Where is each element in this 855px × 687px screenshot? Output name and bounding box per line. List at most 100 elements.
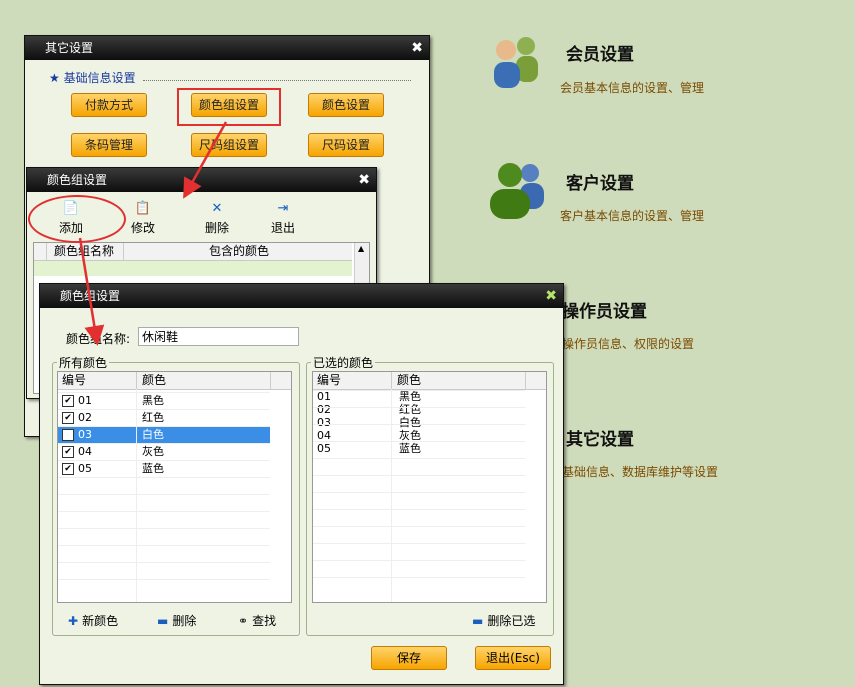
cell-number: 03: [317, 416, 331, 429]
row-line: [313, 458, 525, 459]
new-color-button[interactable]: ✚ 新颜色: [68, 612, 118, 629]
row-line: [313, 475, 525, 476]
row-line: [313, 526, 525, 527]
color-group-edit-title: 颜色组设置: [60, 289, 121, 303]
col-color[interactable]: 颜色: [142, 372, 166, 389]
chosen-colors-header: 编号 颜色: [313, 372, 546, 390]
size-group-button[interactable]: 尺码组设置: [191, 133, 267, 157]
menu-customer-desc[interactable]: 客户基本信息的设置、管理: [560, 207, 704, 224]
minus-icon: ▬: [472, 614, 484, 628]
row-line: [58, 545, 270, 546]
table-row[interactable]: 03 白色: [313, 416, 525, 429]
delete-label: 删除: [204, 221, 229, 235]
col-number[interactable]: 编号: [317, 372, 341, 389]
section-divider: [143, 80, 411, 81]
remove-selected-button[interactable]: ▬ 删除已选: [472, 612, 535, 629]
edit-icon: 📋: [134, 201, 152, 216]
row-line: [313, 492, 525, 493]
table-row[interactable]: [34, 261, 352, 276]
checkbox[interactable]: ✔: [62, 463, 74, 475]
checkbox[interactable]: ✔: [62, 412, 74, 424]
exit-label: 退出: [270, 221, 295, 235]
all-colors-legend: 所有颜色: [59, 356, 108, 370]
cell-number: 01: [78, 394, 92, 407]
row-line: [58, 392, 270, 393]
chosen-colors-legend: 已选的颜色: [313, 356, 374, 370]
column-line: [391, 389, 392, 602]
color-group-list-titlebar[interactable]: 颜色组设置 ✖: [27, 168, 376, 192]
row-line: [313, 543, 525, 544]
members-icon: [488, 32, 548, 92]
close-icon[interactable]: ✖: [358, 168, 370, 192]
row-line: [313, 390, 525, 391]
menu-operator-desc[interactable]: 操作员信息、权限的设置: [562, 335, 694, 352]
col-color[interactable]: 颜色: [397, 372, 421, 389]
table-row[interactable]: 02 红色: [313, 403, 525, 416]
menu-members-title[interactable]: 会员设置: [566, 40, 634, 65]
cell-number: 04: [78, 445, 92, 458]
delete-color-button[interactable]: ▬ 删除: [157, 612, 196, 629]
cell-color: 蓝色: [142, 462, 164, 475]
cell-number: 05: [317, 442, 331, 455]
plus-icon: ✚: [68, 614, 79, 628]
group-name-label: 颜色组名称:: [66, 332, 131, 346]
cell-color: 蓝色: [399, 442, 421, 455]
checkbox[interactable]: ✔: [62, 395, 74, 407]
other-settings-title: 其它设置: [45, 41, 94, 55]
close-icon[interactable]: ✖: [411, 36, 423, 60]
col-number[interactable]: 编号: [62, 372, 86, 389]
menu-customer-title[interactable]: 客户设置: [566, 169, 634, 194]
cell-number: 02: [317, 403, 331, 416]
other-settings-titlebar[interactable]: 其它设置 ✖: [25, 36, 429, 60]
table-row[interactable]: ✔ 03 白色: [58, 426, 270, 443]
payment-method-button[interactable]: 付款方式: [71, 93, 147, 117]
table-row[interactable]: ✔ 02 红色: [58, 409, 270, 426]
exit-esc-button[interactable]: 退出(Esc): [475, 646, 551, 670]
menu-other-title[interactable]: 其它设置: [566, 425, 634, 450]
checkbox[interactable]: ✔: [62, 446, 74, 458]
exit-button[interactable]: ⇥ 退出: [263, 201, 303, 236]
color-group-list-title: 颜色组设置: [47, 173, 108, 187]
cell-color: 白色: [142, 428, 164, 441]
star-icon: ★: [49, 71, 60, 85]
cell-color: 白色: [399, 416, 421, 429]
cell-color: 红色: [399, 403, 421, 416]
find-button[interactable]: ⚭ 查找: [238, 612, 276, 629]
new-color-label: 新颜色: [82, 614, 119, 628]
table-row[interactable]: ✔ 01 黑色: [58, 392, 270, 409]
save-button[interactable]: 保存: [371, 646, 447, 670]
row-line: [58, 426, 270, 427]
row-line: [58, 579, 270, 580]
cell-number: 05: [78, 462, 92, 475]
row-line: [58, 562, 270, 563]
row-line: [313, 560, 525, 561]
table-row[interactable]: 05 蓝色: [313, 442, 525, 455]
table-row[interactable]: ✔ 04 灰色: [58, 443, 270, 460]
row-line: [58, 494, 270, 495]
delete-button[interactable]: ✕ 删除: [197, 201, 237, 236]
group-name-input[interactable]: [138, 327, 299, 346]
close-icon[interactable]: ✖: [545, 284, 557, 308]
color-setting-button[interactable]: 颜色设置: [308, 93, 384, 117]
barcode-button[interactable]: 条码管理: [71, 133, 147, 157]
cell-number: 01: [317, 390, 331, 403]
table-row[interactable]: ✔ 05 蓝色: [58, 460, 270, 477]
col-group-name[interactable]: 颜色组名称: [54, 243, 114, 260]
edit-button[interactable]: 📋 修改: [123, 201, 163, 236]
menu-members-desc[interactable]: 会员基本信息的设置、管理: [560, 79, 704, 96]
row-line: [313, 577, 525, 578]
color-group-edit-titlebar[interactable]: 颜色组设置 ✖: [40, 284, 563, 308]
table-row[interactable]: 01 黑色: [313, 390, 525, 403]
section-basic-info-label: 基础信息设置: [63, 71, 136, 85]
checkbox[interactable]: ✔: [62, 429, 74, 441]
all-colors-grid[interactable]: 编号 颜色 ✔ 01 黑色 ✔ 02 红色 ✔ 03 白色 ✔ 04 灰色 ✔ 05 蓝色: [57, 371, 292, 603]
menu-other-desc[interactable]: 基础信息、数据库维护等设置: [562, 463, 718, 480]
scroll-up-icon[interactable]: ▲: [358, 244, 364, 253]
size-setting-button[interactable]: 尺码设置: [308, 133, 384, 157]
row-line: [313, 424, 525, 425]
row-line: [58, 511, 270, 512]
chosen-colors-grid[interactable]: 编号 颜色 01 黑色 02 红色 03 白色 04 灰色 05 蓝色: [312, 371, 547, 603]
col-included-colors[interactable]: 包含的颜色: [209, 243, 269, 260]
menu-operator-title[interactable]: 操作员设置: [562, 297, 647, 322]
exit-icon: ⇥: [277, 201, 289, 216]
